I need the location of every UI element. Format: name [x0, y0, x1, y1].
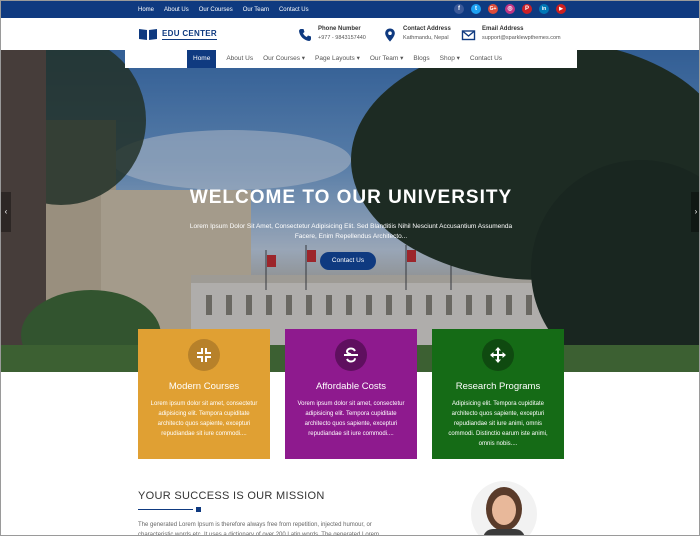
hero-title: WELCOME TO OUR UNIVERSITY [189, 187, 513, 208]
feature-title: Research Programs [455, 381, 541, 392]
contact-us-button[interactable]: Contact Us [320, 252, 376, 270]
phone-value[interactable]: +977 - 9843157440 [318, 35, 366, 41]
nav-our-courses[interactable]: Our Courses ▾ [263, 50, 305, 68]
google-plus-icon[interactable]: G+ [488, 4, 498, 14]
book-icon [139, 29, 157, 40]
nav-our-team-label: Our Team [369, 55, 399, 62]
nav-our-team[interactable]: Our Team ▾ [370, 50, 404, 68]
chevron-down-icon: ▾ [356, 55, 360, 62]
youtube-icon[interactable]: ▶ [556, 4, 566, 14]
nav-blogs[interactable]: Blogs [413, 50, 429, 68]
chevron-down-icon: ▾ [456, 55, 460, 62]
hero-overlay [1, 50, 699, 372]
nav-shop-label: Shop [439, 55, 455, 62]
nav-contact-us[interactable]: Contact Us [470, 50, 502, 68]
top-nav-home[interactable]: Home [138, 7, 154, 13]
social-links: f t G+ ◎ P in ▶ [454, 4, 566, 14]
contact-address: Contact Address Kathmandu, Nepal [383, 26, 451, 42]
instagram-icon[interactable]: ◎ [505, 4, 515, 14]
chevron-down-icon: ▾ [400, 55, 404, 62]
compress-arrows-icon [188, 339, 220, 371]
phone-title: Phone Number [318, 26, 361, 32]
feature-card-affordable-costs[interactable]: Affordable Costs Vorem ipsum dolor sit a… [285, 329, 417, 459]
chevron-down-icon: ▾ [301, 55, 306, 62]
contact-email: Email Address support@sparklewpthemes.co… [461, 26, 561, 42]
portrait-image [471, 481, 537, 535]
pinterest-icon[interactable]: P [522, 4, 532, 14]
email-value[interactable]: support@sparklewpthemes.com [482, 35, 561, 41]
nav-home[interactable]: Home [187, 50, 217, 68]
top-nav-team[interactable]: Our Team [243, 7, 269, 13]
nav-page-layouts[interactable]: Page Layouts ▾ [315, 50, 360, 68]
site-logo[interactable]: EDU CENTER [138, 27, 218, 41]
feature-card-research-programs[interactable]: Research Programs Adipisicing elit. Temp… [432, 329, 564, 459]
top-bar: Home About Us Our Courses Our Team Conta… [1, 1, 699, 18]
feature-description: Lorem ipsum dolor sit amet, consectetur … [150, 401, 258, 437]
nav-page-layouts-label: Page Layouts [315, 55, 355, 62]
address-title: Contact Address [403, 26, 451, 32]
main-nav: Home About Us Our Courses ▾ Page Layouts… [125, 50, 577, 68]
feature-description: Vorem ipsum dolor sit amet, consectetur … [297, 401, 405, 437]
hero-slider: ‹ › WELCOME TO OUR UNIVERSITY Lorem Ipsu… [1, 50, 699, 372]
email-title: Email Address [482, 26, 524, 32]
feature-description: Adipisicing elit. Tempora cupiditate arc… [448, 401, 548, 447]
nav-about-us[interactable]: About Us [226, 50, 253, 68]
feature-title: Affordable Costs [315, 381, 387, 392]
facebook-icon[interactable]: f [454, 4, 464, 14]
twitter-icon[interactable]: t [471, 4, 481, 14]
contact-phone: Phone Number +977 - 9843157440 [298, 26, 366, 42]
nav-shop[interactable]: Shop ▾ [440, 50, 460, 68]
phone-icon [299, 29, 311, 41]
address-value: Kathmandu, Nepal [403, 35, 449, 41]
top-nav-contact[interactable]: Contact Us [279, 7, 309, 13]
linkedin-icon[interactable]: in [539, 4, 549, 14]
map-pin-icon [385, 28, 395, 42]
mission-divider [138, 509, 193, 510]
envelope-icon [461, 30, 476, 41]
feature-card-modern-courses[interactable]: Modern Courses Lorem ipsum dolor sit ame… [138, 329, 270, 459]
nav-our-courses-label: Our Courses [263, 55, 300, 62]
top-nav-courses[interactable]: Our Courses [199, 7, 233, 13]
feature-title: Modern Courses [168, 381, 240, 392]
mission-title: YOUR SUCCESS IS OUR MISSION [138, 490, 325, 502]
mission-text: The generated Lorem Ipsum is therefore a… [138, 522, 380, 536]
top-nav-about[interactable]: About Us [164, 7, 189, 13]
top-nav: Home About Us Our Courses Our Team Conta… [138, 1, 309, 18]
hero-subtitle: Lorem Ipsum Dolor Sit Amet, Consectetur … [189, 223, 513, 240]
strikethrough-icon [335, 339, 367, 371]
move-arrows-icon [482, 339, 514, 371]
browser-frame: Home About Us Our Courses Our Team Conta… [0, 0, 700, 536]
logo-text: EDU CENTER [162, 28, 218, 40]
mission-divider-square [196, 507, 201, 512]
site-header: EDU CENTER Phone Number +977 - 984315744… [1, 18, 699, 50]
